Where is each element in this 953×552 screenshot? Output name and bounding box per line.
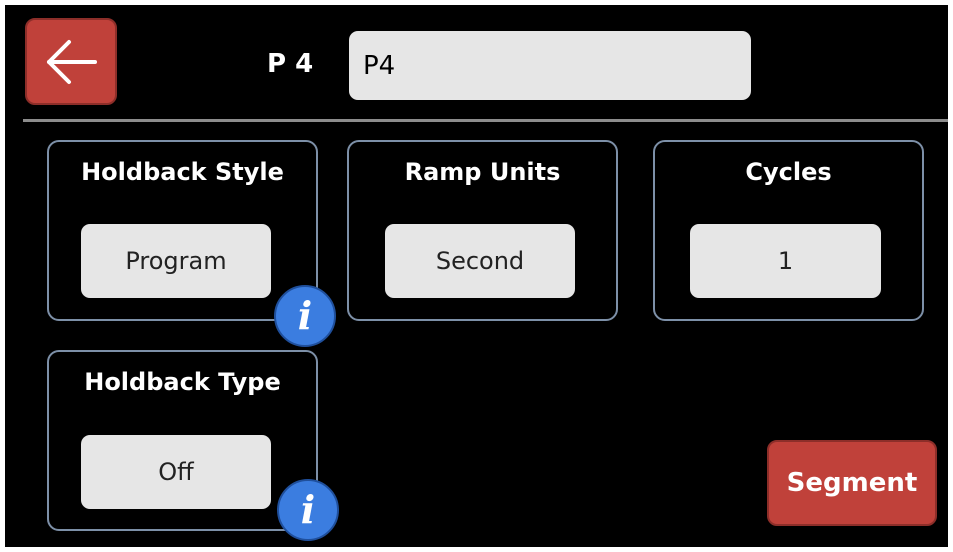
holdback-style-panel: Holdback Style Program [47,140,318,321]
cycles-panel: Cycles 1 [653,140,924,321]
program-number-label: P 4 [267,49,314,79]
program-edit-screen: P 4 Holdback Style Program i Ramp Units … [5,5,948,547]
cycles-button[interactable]: 1 [690,224,881,298]
arrow-left-icon [47,39,97,84]
ramp-units-panel: Ramp Units Second [347,140,618,321]
holdback-type-info-icon[interactable]: i [277,479,339,541]
holdback-style-title: Holdback Style [81,158,284,186]
segment-button[interactable]: Segment [767,440,937,526]
back-button[interactable] [25,18,117,105]
ramp-units-button[interactable]: Second [385,224,575,298]
header-divider [23,119,948,122]
ramp-units-title: Ramp Units [404,158,561,186]
holdback-type-title: Holdback Type [84,368,281,396]
program-name-input[interactable] [349,31,751,100]
cycles-title: Cycles [745,158,832,186]
holdback-type-button[interactable]: Off [81,435,271,509]
holdback-style-button[interactable]: Program [81,224,271,298]
holdback-style-info-icon[interactable]: i [274,285,336,347]
